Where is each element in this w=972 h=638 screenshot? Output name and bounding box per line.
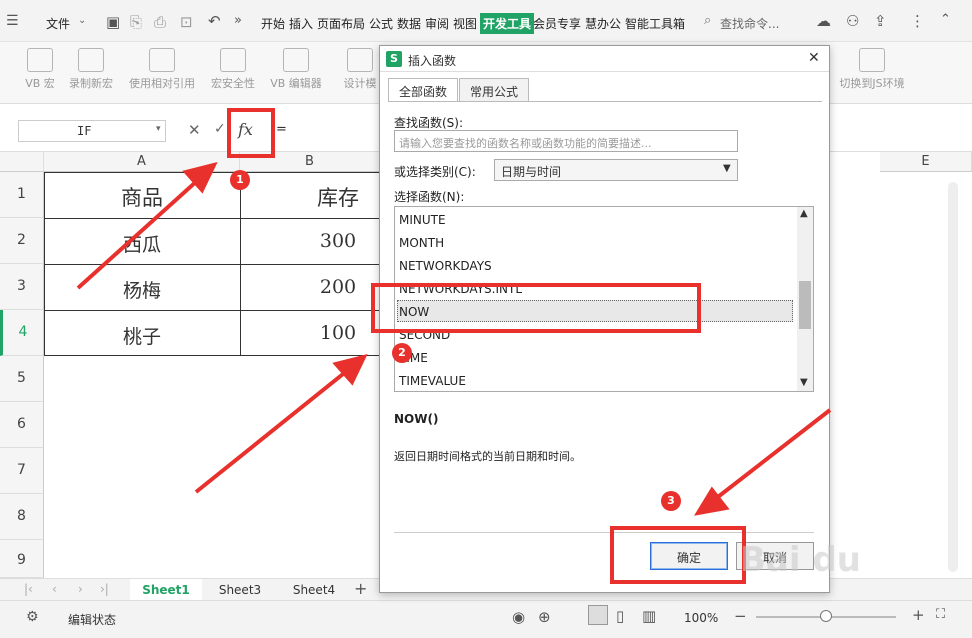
arrow-line bbox=[712, 408, 832, 502]
arrow-line bbox=[76, 178, 200, 290]
watermark-logo: Bai du bbox=[740, 540, 861, 580]
arrow-line bbox=[194, 368, 350, 494]
